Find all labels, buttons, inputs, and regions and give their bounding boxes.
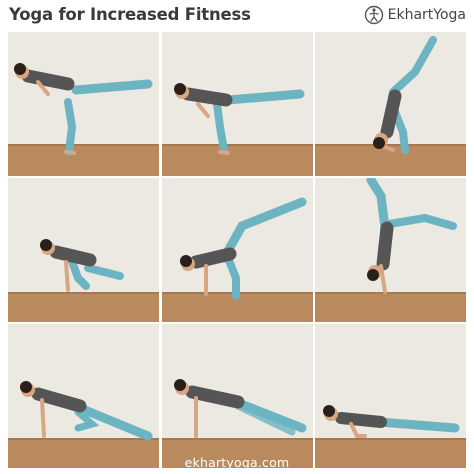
header: Yoga for Increased Fitness EkhartYoga	[0, 0, 474, 32]
pose-photo-4	[8, 178, 159, 322]
brand-name: EkhartYoga	[387, 7, 466, 23]
footer-url-text: ekhartyoga.com	[184, 455, 290, 470]
page-title: Yoga for Increased Fitness	[9, 5, 251, 24]
pose-photo-1	[8, 32, 159, 176]
pose-photo-8	[161, 324, 313, 468]
pose-grid	[8, 32, 466, 468]
ekhart-logo-icon	[364, 5, 383, 25]
pose-photo-9	[315, 324, 466, 468]
footer-url[interactable]: ekhartyoga.com	[0, 452, 474, 471]
pose-photo-7	[8, 324, 159, 468]
pose-photo-6	[315, 178, 466, 322]
pose-photo-3	[315, 32, 466, 176]
brand-logo[interactable]: EkhartYoga	[364, 5, 466, 25]
pose-photo-2	[161, 32, 313, 176]
pose-photo-5	[161, 178, 313, 322]
